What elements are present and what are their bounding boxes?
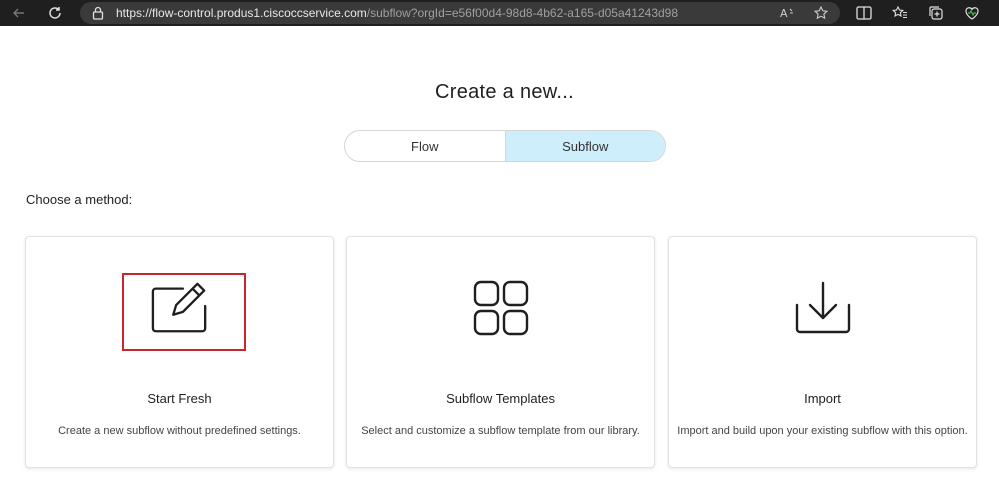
card-title: Import	[804, 391, 841, 406]
svg-text:A: A	[780, 7, 788, 20]
back-button[interactable]	[8, 2, 30, 24]
split-screen-icon[interactable]	[854, 3, 874, 23]
flow-type-toggle: Flow Subflow	[344, 130, 666, 162]
card-description: Select and customize a subflow template …	[361, 425, 640, 437]
url-path: /subflow?orgId=e56f00d4-98d8-4b62-a165-d…	[366, 6, 679, 20]
card-title: Start Fresh	[147, 391, 212, 406]
address-bar[interactable]: https://flow-control.produs1.ciscoccserv…	[80, 2, 840, 24]
refresh-icon	[49, 7, 61, 19]
download-import-icon	[793, 278, 853, 338]
refresh-button[interactable]	[44, 2, 66, 24]
page-title: Create a new...	[434, 81, 575, 103]
url-host: https://flow-control.produs1.ciscoccserv…	[116, 6, 367, 20]
toggle-option-subflow[interactable]: Subflow	[505, 131, 665, 161]
card-description: Create a new subflow without predefined …	[58, 425, 301, 437]
import-card[interactable]: Import Import and build upon your existi…	[668, 236, 977, 468]
collections-icon[interactable]	[926, 3, 946, 23]
browser-essentials-icon[interactable]	[962, 3, 982, 23]
start-fresh-card[interactable]: Start Fresh Create a new subflow without…	[25, 236, 334, 468]
card-description: Import and build upon your existing subf…	[677, 425, 968, 437]
favorites-icon[interactable]	[890, 3, 910, 23]
grid-templates-icon	[471, 278, 531, 338]
back-arrow-icon	[13, 8, 24, 18]
toggle-option-flow[interactable]: Flow	[345, 131, 505, 161]
page-content: Create a new... Flow Subflow Choose a me…	[0, 26, 999, 480]
read-aloud-icon[interactable]: A	[780, 6, 796, 23]
favorite-star-icon[interactable]	[813, 5, 829, 23]
choose-method-label: Choose a method:	[26, 192, 133, 207]
subflow-templates-card[interactable]: Subflow Templates Select and customize a…	[346, 236, 655, 468]
card-title: Subflow Templates	[446, 391, 555, 406]
lock-icon	[92, 6, 104, 23]
browser-toolbar: https://flow-control.produs1.ciscoccserv…	[0, 0, 999, 26]
edit-pencil-icon	[150, 278, 210, 338]
